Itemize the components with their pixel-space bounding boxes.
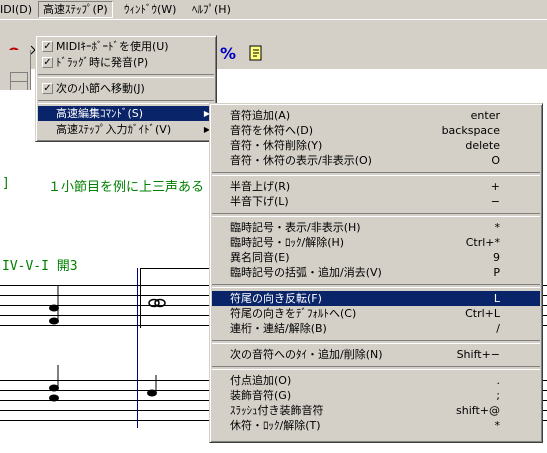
menu-item-stem-default[interactable]: 符尾の向きをﾃﾞﾌｫﾙﾄへ(C) Ctrl+L bbox=[212, 306, 540, 321]
menu-item-slashed-grace-note[interactable]: ｽﾗｯｼｭ付き装飾音符 shift+@ bbox=[212, 403, 540, 418]
fast-step-menu: ✓ MIDIｷｰﾎﾞｰﾄﾞを使用(U) ✓ ﾄﾞﾗｯｸﾞ時に発音(P) ✓ 次の… bbox=[35, 35, 217, 142]
menu-item-semitone-up[interactable]: 半音上げ(R) + bbox=[212, 179, 540, 194]
menu-item-grace-note[interactable]: 装飾音符(G); bbox=[212, 388, 540, 403]
spin-control[interactable] bbox=[0, 50, 31, 91]
menu-item-use-midi-keyboard[interactable]: ✓ MIDIｷｰﾎﾞｰﾄﾞを使用(U) bbox=[38, 39, 214, 54]
menubar: IDI(D) 高速ｽﾃｯﾌﾟ(P) ｳｨﾝﾄﾞｳ(W) ﾍﾙﾌﾟ(H) bbox=[0, 0, 547, 20]
page-icon[interactable] bbox=[245, 42, 267, 64]
menu-separator bbox=[212, 172, 540, 176]
menu-separator bbox=[38, 100, 214, 104]
menu-item-note-to-rest[interactable]: 音符を休符へ(D) backspace bbox=[212, 123, 540, 138]
check-icon: ✓ bbox=[42, 41, 53, 52]
menu-separator bbox=[212, 213, 540, 217]
menu-item-flip-stem[interactable]: 符尾の向き反転(F) L bbox=[212, 291, 540, 306]
menu-help[interactable]: ﾍﾙﾌﾟ(H) bbox=[188, 2, 235, 17]
box-top bbox=[140, 268, 210, 269]
notes bbox=[49, 285, 166, 402]
menu-item-delete-note[interactable]: 音符・休符削除(Y) delete bbox=[212, 138, 540, 153]
menu-item-accidental-toggle[interactable]: 臨時記号・表示/非表示(H) * bbox=[212, 220, 540, 235]
menu-window[interactable]: ｳｨﾝﾄﾞｳ(W) bbox=[120, 2, 180, 17]
menu-item-sound-on-drag[interactable]: ✓ ﾄﾞﾗｯｸﾞ時に発音(P) bbox=[38, 55, 214, 70]
menu-separator bbox=[212, 366, 540, 370]
menu-item-tie-toggle[interactable]: 次の音符へのﾀｲ・追加/削除(N) Shift+− bbox=[212, 347, 540, 362]
menu-item-input-guide[interactable]: 高速ｽﾃｯﾌﾟ入力ｶﾞｲﾄﾞ(V) ▶ bbox=[38, 122, 214, 137]
menu-separator bbox=[38, 74, 214, 78]
menu-separator bbox=[212, 284, 540, 288]
menu-item-rest-lock[interactable]: 休符・ﾛｯｸ/解除(T) * bbox=[212, 418, 540, 433]
check-icon: ✓ bbox=[42, 83, 53, 94]
menu-separator bbox=[212, 340, 540, 344]
menu-item-toggle-note-visibility[interactable]: 音符・休符の表示/非表示(O) O bbox=[212, 153, 540, 168]
menu-item-add-dot[interactable]: 付点追加(O). bbox=[212, 373, 540, 388]
percent-icon[interactable]: % bbox=[217, 42, 239, 64]
menu-midi[interactable]: IDI(D) bbox=[0, 2, 36, 17]
menu-fast-step[interactable]: 高速ｽﾃｯﾌﾟ(P) bbox=[38, 1, 113, 18]
menu-item-beam-toggle[interactable]: 連桁・連結/解除(B) / bbox=[212, 321, 540, 336]
menu-item-accidental-parentheses[interactable]: 臨時記号の括弧・追加/消去(V) P bbox=[212, 265, 540, 280]
doc-caption-line1: １小節目を例に上三声ある bbox=[48, 180, 205, 195]
menu-item-next-measure[interactable]: ✓ 次の小節へ移動(J) bbox=[38, 81, 214, 96]
doc-caption-line2: IV-V-I 開3 bbox=[2, 259, 78, 274]
menu-item-fast-edit-commands[interactable]: 高速編集ｺﾏﾝﾄﾞ(S) ▶ bbox=[38, 106, 214, 121]
menu-item-accidental-lock[interactable]: 臨時記号・ﾛｯｸ/解除(H) Ctrl+* bbox=[212, 235, 540, 250]
fast-edit-submenu: 音符追加(A) enter 音符を休符へ(D) backspace 音符・休符削除(… bbox=[209, 103, 543, 443]
menu-item-enharmonic[interactable]: 異名同音(E) 9 bbox=[212, 250, 540, 265]
menu-item-semitone-down[interactable]: 半音下げ(L) − bbox=[212, 194, 540, 209]
check-icon: ✓ bbox=[42, 57, 53, 68]
doc-bracket: ] bbox=[2, 176, 10, 191]
menu-item-add-note[interactable]: 音符追加(A) enter bbox=[212, 108, 540, 123]
